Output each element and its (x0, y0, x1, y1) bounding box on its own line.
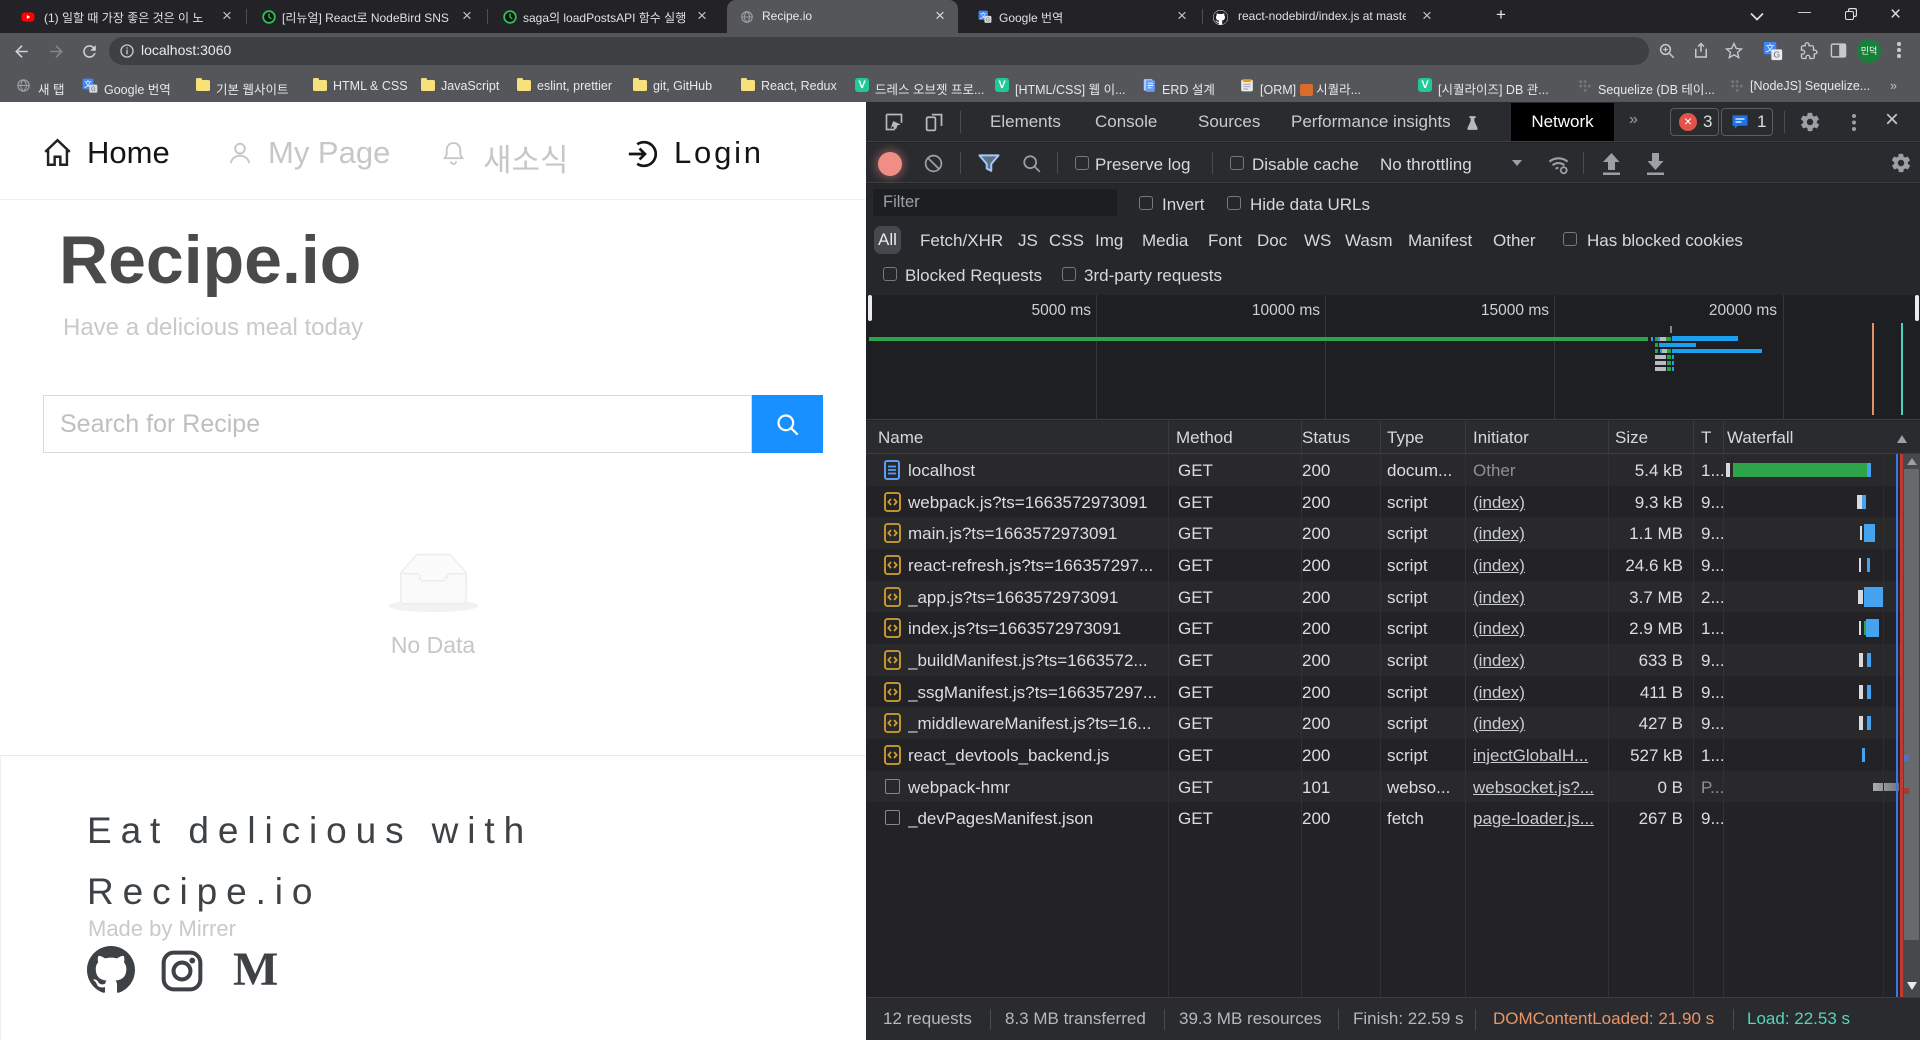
svg-text:G: G (91, 87, 96, 93)
svg-text:G: G (1774, 50, 1780, 60)
svg-text:G: G (986, 17, 990, 23)
